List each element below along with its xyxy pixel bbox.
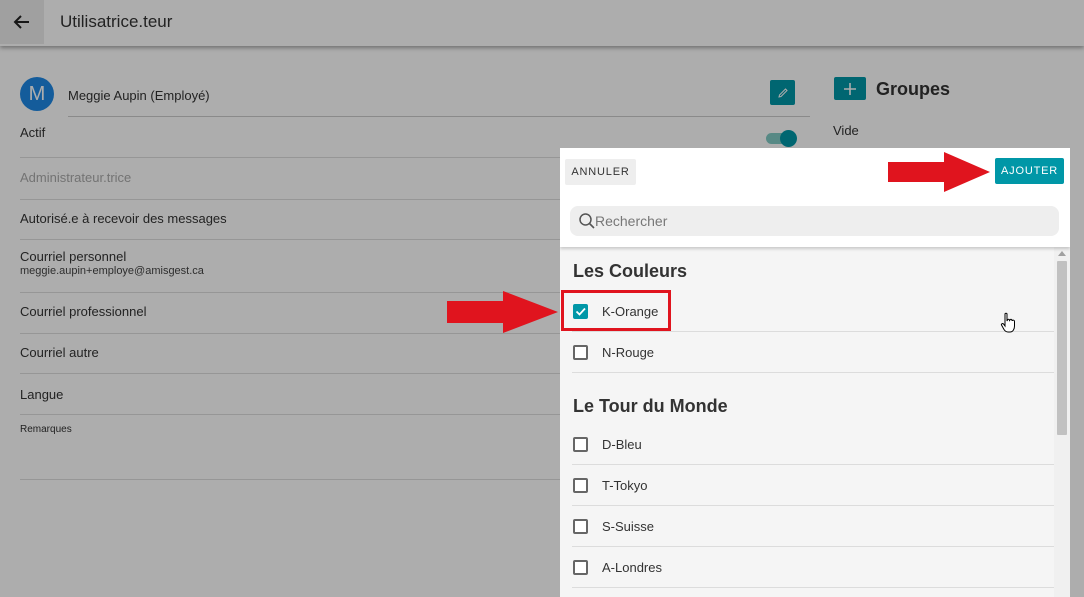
checkbox[interactable] [573,478,588,493]
item-label: A-Londres [602,560,662,575]
highlight-box [561,290,671,331]
item-label: T-Tokyo [602,478,648,493]
hand-cursor-icon [1000,312,1015,333]
scroll-thumb[interactable] [1057,261,1067,435]
section-title: Les Couleurs [573,261,688,281]
search-box [570,206,1059,236]
red-arrow-icon [447,291,558,333]
item-label: N-Rouge [602,345,655,360]
search-icon [579,213,595,229]
red-arrow-icon [888,152,990,192]
section-title: Le Tour du Monde [573,396,728,416]
add-button[interactable]: AJOUTER [995,158,1064,184]
checkbox[interactable] [573,437,588,452]
scroll-up-arrow-icon[interactable] [1058,251,1066,256]
list-item-a-londres[interactable]: A-Londres [572,547,1054,588]
list-item-t-tokyo[interactable]: T-Tokyo [572,465,1054,506]
list-item-d-bleu[interactable]: D-Bleu [572,424,1054,465]
item-label: S-Suisse [602,519,655,534]
checkbox[interactable] [573,345,588,360]
list-item-s-suisse[interactable]: S-Suisse [572,506,1054,547]
item-label: D-Bleu [602,437,642,452]
cancel-button[interactable]: ANNULER [565,159,636,185]
group-picker-dialog: ANNULER AJOUTER Les Couleurs K-Orange N-… [560,148,1070,597]
checkbox[interactable] [573,519,588,534]
checkbox[interactable] [573,560,588,575]
search-input[interactable] [595,206,1045,236]
list-item-n-rouge[interactable]: N-Rouge [572,332,1054,373]
scrollbar[interactable] [1054,247,1070,597]
